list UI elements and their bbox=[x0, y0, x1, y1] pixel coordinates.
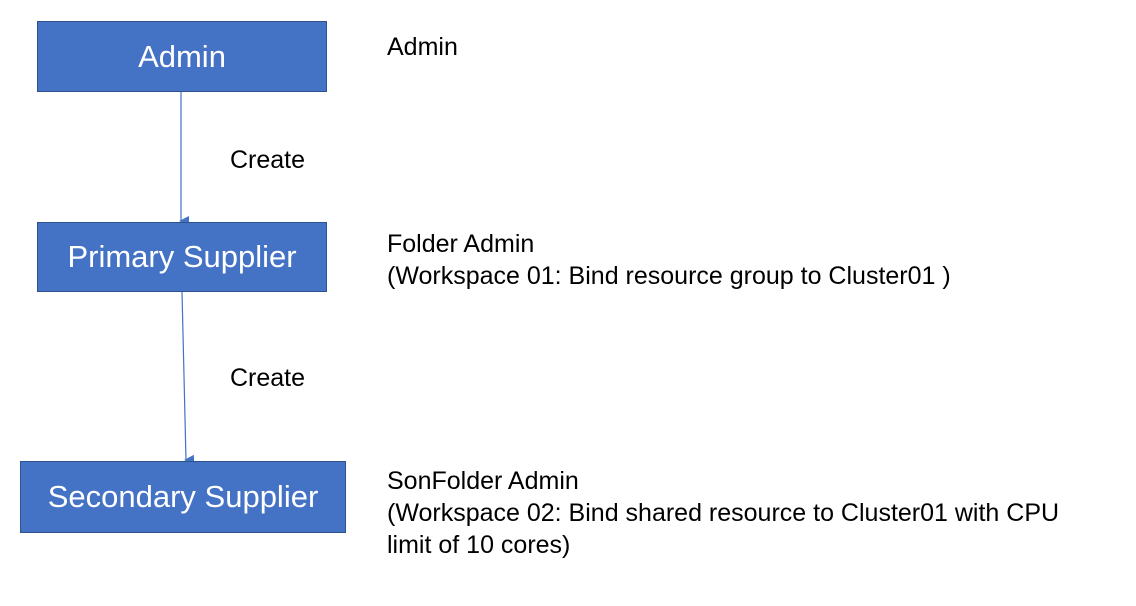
edge-label-create-2: Create bbox=[230, 364, 306, 392]
node-primary-supplier: Primary Supplier bbox=[37, 222, 327, 292]
node-primary-supplier-label: Primary Supplier bbox=[67, 239, 297, 274]
description-secondary-line-1: SonFolder Admin bbox=[387, 467, 579, 495]
edge-label-create-1: Create bbox=[230, 146, 306, 174]
description-primary-line-1: Folder Admin bbox=[387, 230, 535, 258]
description-admin: Admin bbox=[387, 31, 458, 63]
description-secondary-line-3: limit of 10 cores) bbox=[387, 531, 571, 559]
node-admin-label: Admin bbox=[138, 38, 226, 74]
description-primary-supplier: Folder Admin (Workspace 01: Bind resourc… bbox=[387, 228, 951, 292]
node-secondary-supplier: Secondary Supplier bbox=[20, 461, 346, 533]
description-secondary-line-2: (Workspace 02: Bind shared resource to C… bbox=[387, 499, 1060, 527]
description-primary-line-2: (Workspace 01: Bind resource group to Cl… bbox=[387, 262, 951, 290]
arrow-primary-to-secondary bbox=[181, 291, 195, 465]
node-admin: Admin bbox=[37, 21, 327, 92]
description-secondary-supplier: SonFolder Admin (Workspace 02: Bind shar… bbox=[387, 465, 1059, 561]
description-admin-line-1: Admin bbox=[387, 33, 458, 61]
node-secondary-supplier-label: Secondary Supplier bbox=[47, 479, 319, 514]
